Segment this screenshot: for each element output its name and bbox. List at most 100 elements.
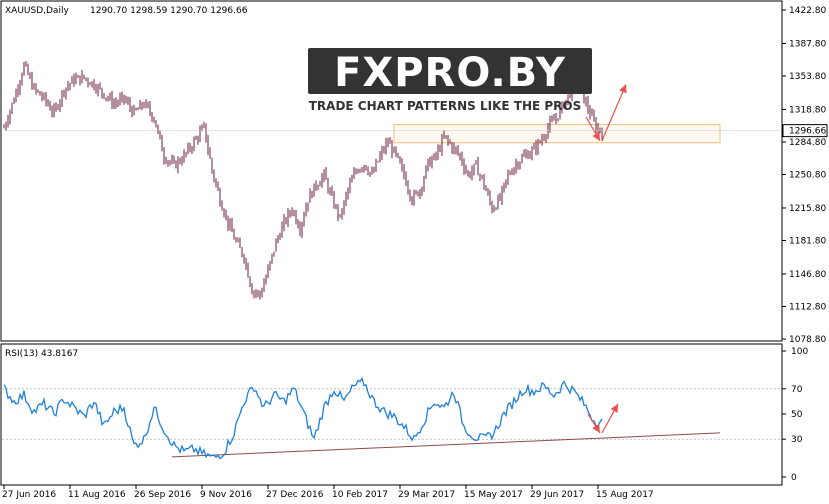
candle-body [55, 105, 57, 109]
candle-body [129, 102, 131, 108]
candle-body [527, 153, 529, 159]
candle-body [219, 190, 221, 204]
candle-body [497, 197, 499, 209]
candle-body [475, 161, 477, 164]
ohlc-info: 1290.70 1298.59 1290.70 1296.66 [90, 6, 248, 16]
price-tick-label: 1078.80 [789, 335, 826, 345]
candle-body [23, 63, 25, 75]
time-tick-label: 26 Sep 2016 [134, 490, 191, 500]
candle-body [141, 102, 143, 107]
candle-body [147, 102, 149, 107]
candle-body [595, 120, 597, 131]
candle-body [315, 183, 317, 188]
candle-body [71, 77, 73, 84]
candle-body [471, 170, 473, 177]
candle-body [217, 184, 219, 191]
candle-body [205, 123, 207, 141]
candle-body [293, 211, 295, 213]
candle-body [317, 186, 319, 188]
candle-body [357, 170, 359, 173]
candle-body [93, 81, 95, 89]
candle-body [329, 190, 331, 192]
candle-body [399, 156, 401, 163]
price-tick-label: 1318.80 [789, 105, 826, 115]
candle-body [165, 159, 167, 163]
candle-body [35, 85, 37, 91]
candle-body [509, 173, 511, 175]
candle-body [531, 149, 533, 155]
candle-body [85, 77, 87, 80]
candle-body [121, 95, 123, 98]
candle-body [491, 202, 493, 212]
candle-body [485, 186, 487, 191]
candle-body [79, 75, 81, 83]
time-tick-label: 9 Nov 2016 [200, 490, 252, 500]
candle-body [215, 179, 217, 185]
candle-body [547, 127, 549, 136]
candle-body [171, 160, 173, 162]
candle-body [341, 212, 343, 214]
candle-body [455, 146, 457, 150]
candle-body [235, 239, 237, 241]
candle-body [325, 170, 327, 180]
candle-body [461, 155, 463, 163]
candle-body [187, 145, 189, 153]
candle-body [355, 170, 357, 173]
candle-body [49, 104, 51, 110]
candle-body [503, 183, 505, 189]
candle-body [505, 179, 507, 184]
candle-body [587, 100, 589, 110]
candle-body [445, 135, 447, 137]
candle-body [251, 285, 253, 294]
candle-body [81, 74, 83, 83]
candle-body [479, 175, 481, 177]
candle-body [91, 81, 93, 86]
candle-body [213, 170, 215, 180]
candle-body [295, 212, 297, 223]
candle-body [157, 127, 159, 131]
rsi-tick-label: 70 [791, 385, 803, 395]
candle-body [259, 291, 261, 296]
candle-body [373, 170, 375, 173]
candle-body [333, 194, 335, 208]
candle-body [371, 172, 373, 174]
candle-body [107, 97, 109, 99]
candle-body [533, 145, 535, 150]
candle-body [77, 75, 79, 78]
candle-body [185, 152, 187, 154]
price-tick-label: 1284.80 [789, 138, 826, 148]
candle-body [363, 165, 365, 169]
candle-body [73, 77, 75, 83]
candle-body [299, 227, 301, 233]
candle-body [191, 148, 193, 150]
candle-body [361, 168, 363, 170]
candle-body [519, 162, 521, 167]
candle-body [345, 194, 347, 202]
candle-body [203, 123, 205, 127]
candle-body [591, 113, 593, 116]
candle-body [433, 154, 435, 160]
candle-body [347, 189, 349, 195]
candle-body [175, 161, 177, 168]
candle-body [3, 127, 5, 129]
candle-body [133, 108, 135, 115]
candle-body [239, 241, 241, 248]
candle-body [393, 147, 395, 153]
candle-body [145, 102, 147, 107]
candle-body [105, 97, 107, 99]
candle-body [169, 161, 171, 163]
candle-body [189, 145, 191, 150]
candle-body [95, 88, 97, 92]
time-tick-label: 11 Aug 2016 [68, 490, 126, 500]
candle-body [351, 178, 353, 183]
price-tick-label: 1181.80 [789, 236, 826, 246]
candle-body [301, 223, 303, 233]
candle-body [443, 135, 445, 138]
candle-body [65, 87, 67, 94]
candle-body [111, 95, 113, 106]
candle-body [489, 194, 491, 203]
candle-body [109, 95, 111, 99]
candle-body [7, 119, 9, 125]
candle-body [89, 82, 91, 86]
candle-body [481, 175, 483, 178]
